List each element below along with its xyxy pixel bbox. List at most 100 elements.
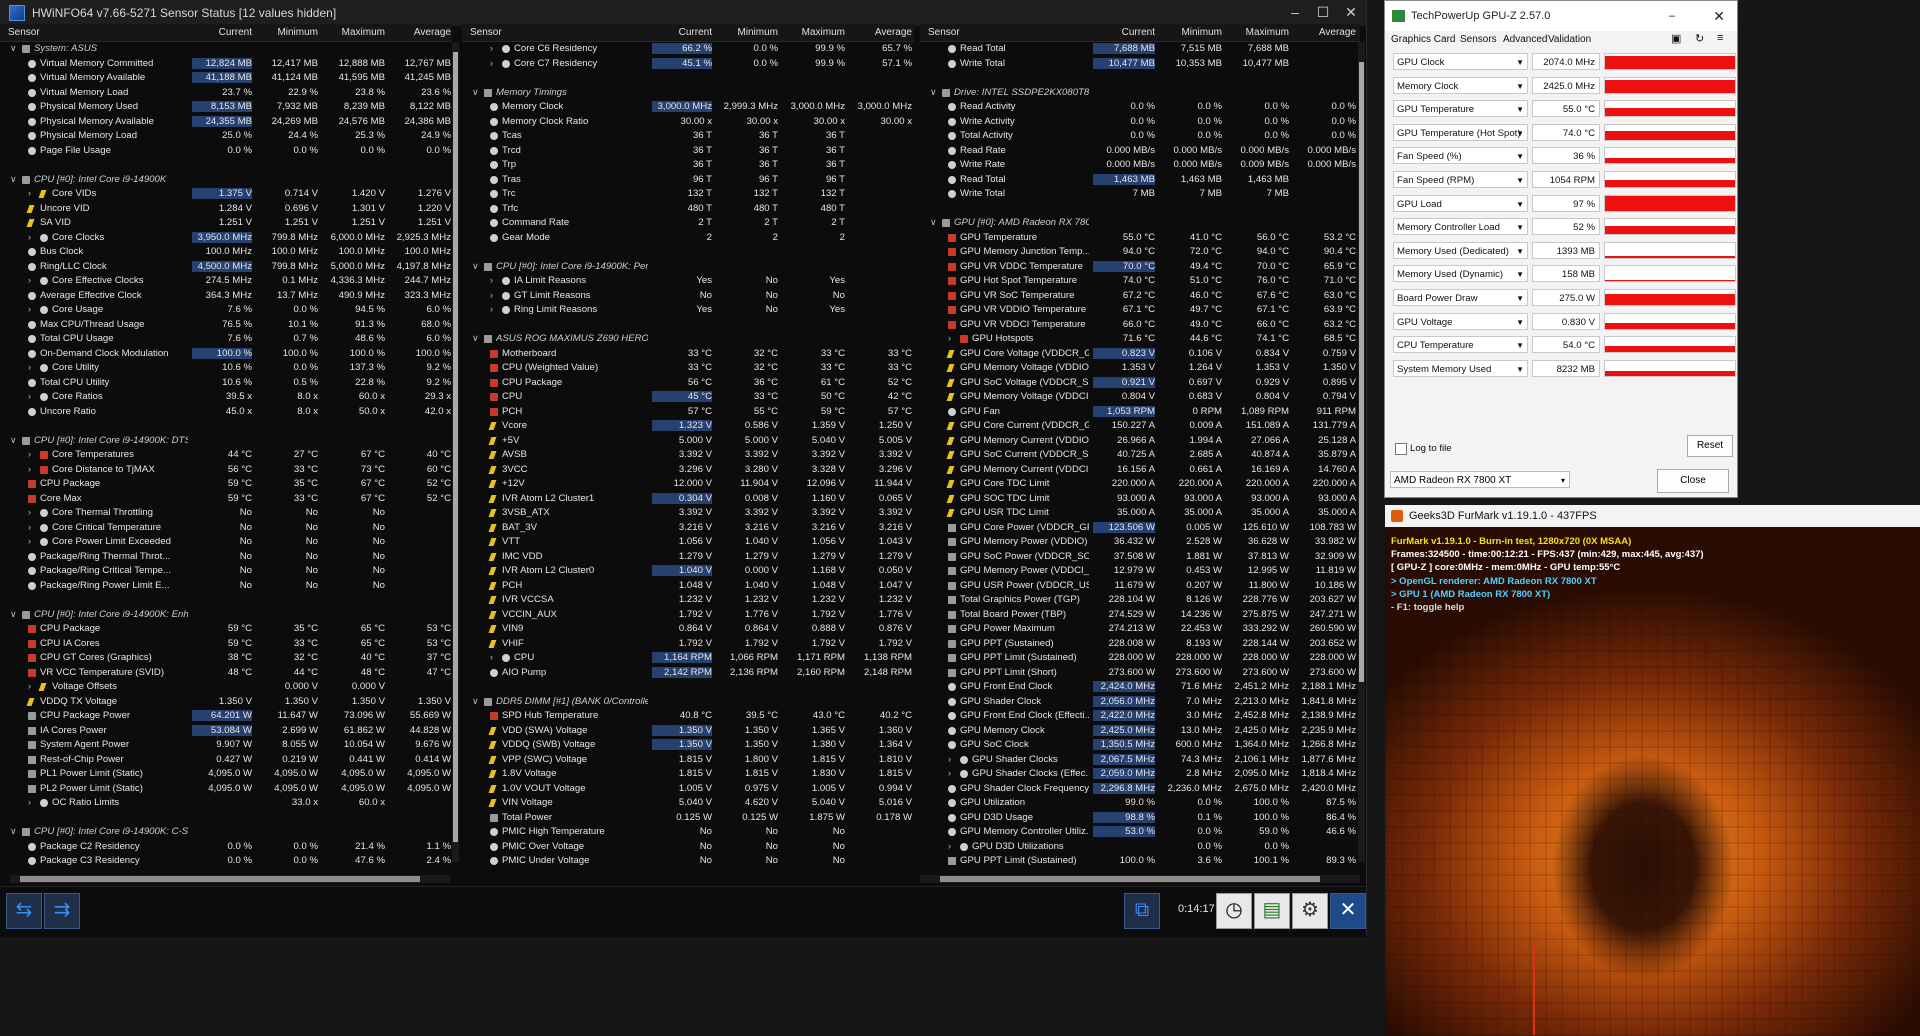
sensor-row[interactable]: CPU (Weighted Value) 33 °C 32 °C 33 °C 33 °C	[462, 361, 914, 376]
tab-graphics-card[interactable]: Graphics Card	[1391, 34, 1455, 45]
sensor-row[interactable]: › Core Critical Temperature No No No	[0, 521, 452, 536]
sensor-row[interactable]: IVR Atom L2 Cluster1 0.304 V 0.008 V 1.160 …	[462, 492, 914, 507]
chevron-down-icon[interactable]: ∨	[472, 261, 482, 272]
sensor-row[interactable]: IVR VCCSA 1.232 V 1.232 V 1.232 V 1.232 V	[462, 593, 914, 608]
sensor-row[interactable]: GPU Shader Clock 2,056.0 MHz 7.0 MHz 2,213.…	[920, 695, 1360, 710]
header-maximum[interactable]: Maximum	[1227, 27, 1289, 38]
sensor-group[interactable]: ∨ Memory Timings	[462, 86, 914, 101]
sensor-row[interactable]: PCH 1.048 V 1.040 V 1.048 V 1.047 V	[462, 579, 914, 594]
sensor-row[interactable]: Rest-of-Chip Power 0.427 W 0.219 W 0.441 W 0…	[0, 753, 452, 768]
sensor-row[interactable]: VDDQ TX Voltage 1.350 V 1.350 V 1.350 V 1.35…	[0, 695, 452, 710]
sensor-row[interactable]: GPU Memory Clock 2,425.0 MHz 13.0 MHz 2,425…	[920, 724, 1360, 739]
sensor-row[interactable]: GPU PPT Limit (Sustained) 228.000 W 228.00…	[920, 651, 1360, 666]
sensor-group[interactable]: ∨ CPU [#0]: Intel Core i9-14900K: Perform…	[462, 260, 914, 275]
sensor-row[interactable]	[462, 245, 914, 260]
sensor-row[interactable]: › Core Clocks 3,950.0 MHz 799.8 MHz 6,000.0 …	[0, 231, 452, 246]
sensor-row[interactable]: Memory Clock 3,000.0 MHz 2,999.3 MHz 3,000.…	[462, 100, 914, 115]
sensor-row[interactable]: VPP (SWC) Voltage 1.815 V 1.800 V 1.815 V 1.…	[462, 753, 914, 768]
chevron-right-icon[interactable]: ›	[28, 304, 38, 314]
sensor-select[interactable]: Memory Controller Load ▼	[1393, 218, 1528, 236]
sensor-row[interactable]: 3VSB_ATX 3.392 V 3.392 V 3.392 V 3.392 V	[462, 506, 914, 521]
sensor-row[interactable]: › Core VIDs 1.375 V 0.714 V 1.420 V 1.276 V	[0, 187, 452, 202]
sensor-row[interactable]: GPU Temperature 55.0 °C 41.0 °C 56.0 °C 53.2…	[920, 231, 1360, 246]
sensor-row[interactable]: GPU Core Current (VDDCR_G... 150.227 A 0.0…	[920, 419, 1360, 434]
sensor-row[interactable]: › Voltage Offsets 0.000 V 0.000 V	[0, 680, 452, 695]
hwinfo-titlebar[interactable]: HWiNFO64 v7.66-5271 Sensor Status [12 va…	[0, 0, 1366, 26]
sensor-row[interactable]: GPU SoC Voltage (VDDCR_S... 0.921 V 0.697 …	[920, 376, 1360, 391]
sensor-row[interactable]: › Core Power Limit Exceeded No No No	[0, 535, 452, 550]
chevron-down-icon[interactable]: ∨	[10, 43, 20, 54]
sensor-row[interactable]: GPU USR Power (VDDCR_USR) 11.679 W 0.207 W…	[920, 579, 1360, 594]
sensor-row[interactable]: › IA Limit Reasons Yes No Yes	[462, 274, 914, 289]
sensor-row[interactable]: Read Rate 0.000 MB/s 0.000 MB/s 0.000 MB/s 0…	[920, 144, 1360, 159]
sensor-select[interactable]: GPU Temperature (Hot Spot) ▼	[1393, 123, 1528, 141]
sensor-row[interactable]: Trc 132 T 132 T 132 T	[462, 187, 914, 202]
sensor-group[interactable]: ∨ ASUS ROG MAXIMUS Z690 HERO (Nuvoton NCT…	[462, 332, 914, 347]
sensor-group[interactable]: ∨ CPU [#0]: Intel Core i9-14900K	[0, 173, 452, 188]
sensor-row[interactable]: CPU GT Cores (Graphics) 38 °C 32 °C 40 °C 37…	[0, 651, 452, 666]
sensor-row[interactable]: Read Total 7,688 MB 7,515 MB 7,688 MB	[920, 42, 1360, 57]
sensor-row[interactable]: Total CPU Utility 10.6 % 0.5 % 22.8 % 9.2 %	[0, 376, 452, 391]
sensor-row[interactable]: IA Cores Power 53.084 W 2.699 W 61.862 W 44.…	[0, 724, 452, 739]
sensor-row[interactable]: › Core Effective Clocks 274.5 MHz 0.1 MHz 4,…	[0, 274, 452, 289]
nav-back-button[interactable]: ⇆	[6, 893, 42, 929]
sensor-row[interactable]	[920, 71, 1360, 86]
header-current[interactable]: Current	[1093, 27, 1155, 38]
sensor-row[interactable]: VHIF 1.792 V 1.792 V 1.792 V 1.792 V	[462, 637, 914, 652]
sensor-row[interactable]: Package/Ring Thermal Throt... No No No	[0, 550, 452, 565]
sensor-row[interactable]: On-Demand Clock Modulation 100.0 % 100.0 %…	[0, 347, 452, 362]
sensor-row[interactable]: Virtual Memory Available 41,188 MB 41,124 …	[0, 71, 452, 86]
sensor-row[interactable]: Trfc 480 T 480 T 480 T	[462, 202, 914, 217]
sensor-row[interactable]: +5V 5.000 V 5.000 V 5.040 V 5.005 V	[462, 434, 914, 449]
header-sensor[interactable]: Sensor	[928, 27, 960, 38]
sensor-row[interactable]: Total CPU Usage 7.6 % 0.7 % 48.6 % 6.0 %	[0, 332, 452, 347]
clock-button[interactable]: ◷	[1216, 893, 1252, 929]
sensor-row[interactable]: CPU IA Cores 59 °C 33 °C 65 °C 53 °C	[0, 637, 452, 652]
sensor-row[interactable]: › CPU 1,164 RPM 1,066 RPM 1,171 RPM 1,138 RPM	[462, 651, 914, 666]
sensor-row[interactable]: Bus Clock 100.0 MHz 100.0 MHz 100.0 MHz 100.…	[0, 245, 452, 260]
header-maximum[interactable]: Maximum	[325, 27, 385, 38]
sensor-row[interactable]: GPU Shader Clock Frequency... 2,296.8 MHz…	[920, 782, 1360, 797]
sensor-row[interactable]: GPU SoC Clock 1,350.5 MHz 600.0 MHz 1,364.0…	[920, 738, 1360, 753]
sensor-row[interactable]	[920, 202, 1360, 217]
sensor-row[interactable]: GPU VR VDDCI Temperature 66.0 °C 49.0 °C 66…	[920, 318, 1360, 333]
header-sensor[interactable]: Sensor	[470, 27, 502, 38]
sensor-row[interactable]: Read Total 1,463 MB 1,463 MB 1,463 MB	[920, 173, 1360, 188]
sensor-row[interactable]: AVSB 3.392 V 3.392 V 3.392 V 3.392 V	[462, 448, 914, 463]
sensor-row[interactable]: Total Board Power (TBP) 274.529 W 14.236 W…	[920, 608, 1360, 623]
chevron-right-icon[interactable]: ›	[948, 754, 958, 764]
sensor-row[interactable]: GPU Front End Clock 2,424.0 MHz 71.6 MHz 2,…	[920, 680, 1360, 695]
sensor-row[interactable]: GPU USR TDC Limit 35.000 A 35.000 A 35.000 …	[920, 506, 1360, 521]
sensor-row[interactable]: 3VCC 3.296 V 3.280 V 3.328 V 3.296 V	[462, 463, 914, 478]
pane-3-hscrollbar[interactable]	[920, 875, 1360, 883]
sensor-row[interactable]: GPU Core Voltage (VDDCR_G... 0.823 V 0.106…	[920, 347, 1360, 362]
sensor-row[interactable]: CPU Package 56 °C 36 °C 61 °C 52 °C	[462, 376, 914, 391]
sensor-select[interactable]: GPU Load ▼	[1393, 194, 1528, 212]
header-average[interactable]: Average	[1294, 27, 1356, 38]
chevron-right-icon[interactable]: ›	[490, 652, 500, 662]
close-icon[interactable]: ✕	[1713, 1, 1725, 31]
sensor-row[interactable]: GPU Memory Voltage (VDDIO) 1.353 V 1.264 V…	[920, 361, 1360, 376]
sensor-select[interactable]: CPU Temperature ▼	[1393, 336, 1528, 354]
sensor-row[interactable]: › Ring Limit Reasons Yes No Yes	[462, 303, 914, 318]
close-button[interactable]: Close	[1657, 469, 1729, 493]
tab-sensors[interactable]: Sensors	[1460, 34, 1497, 45]
chevron-down-icon[interactable]: ∨	[472, 333, 482, 344]
sensor-row[interactable]: PL2 Power Limit (Static) 4,095.0 W 4,095.0…	[0, 782, 452, 797]
sensor-select[interactable]: GPU Temperature ▼	[1393, 100, 1528, 118]
tab-validation[interactable]: Validation	[1548, 34, 1591, 45]
chevron-right-icon[interactable]: ›	[28, 464, 38, 474]
column-header[interactable]: Sensor Current Minimum Maximum Average	[920, 24, 1360, 42]
chevron-right-icon[interactable]: ›	[948, 333, 958, 343]
sensor-row[interactable]: +12V 12.000 V 11.904 V 12.096 V 11.944 V	[462, 477, 914, 492]
sensor-row[interactable]: Command Rate 2 T 2 T 2 T	[462, 216, 914, 231]
sensor-row[interactable]	[462, 71, 914, 86]
sensor-select[interactable]: GPU Clock ▼	[1393, 53, 1528, 70]
sensor-row[interactable]: › Core Thermal Throttling No No No	[0, 506, 452, 521]
sensor-row[interactable]: GPU VR SoC Temperature 67.2 °C 46.0 °C 67.6…	[920, 289, 1360, 304]
sensor-select[interactable]: Memory Clock ▼	[1393, 76, 1528, 94]
sensor-row[interactable]	[0, 593, 452, 608]
chevron-down-icon[interactable]: ∨	[10, 174, 20, 185]
sensor-row[interactable]: Physical Memory Available 24,355 MB 24,269…	[0, 115, 452, 130]
sensor-row[interactable]: Ring/LLC Clock 4,500.0 MHz 799.8 MHz 5,000.…	[0, 260, 452, 275]
